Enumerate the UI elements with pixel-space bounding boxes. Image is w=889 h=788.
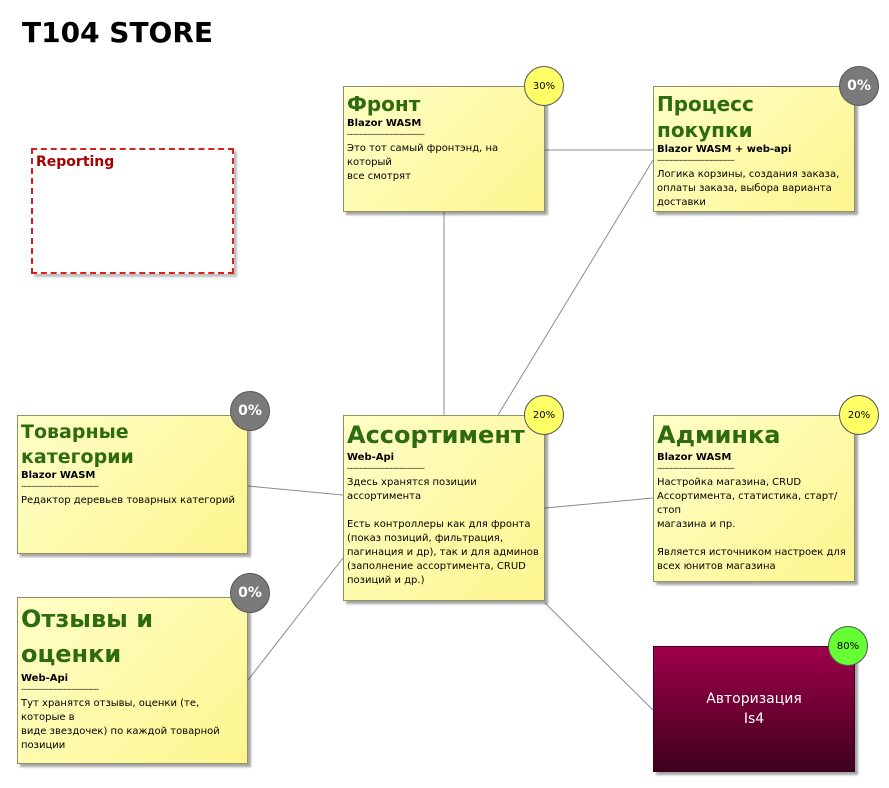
node-purchase-subtitle: Blazor WASM + web-api	[657, 144, 792, 155]
node-reviews-separator: -------------------------------	[21, 684, 99, 694]
node-purchase-heading: Процесс покупки	[657, 92, 754, 142]
node-auth-sublabel: Is4	[743, 711, 765, 727]
node-assortment[interactable]: Ассортимент Web-Api --------------------…	[343, 415, 545, 601]
badge-assortment-progress: 20%	[524, 395, 564, 435]
node-assortment-heading: Ассортимент	[347, 421, 525, 449]
connector-assortment-admin	[544, 497, 654, 509]
badge-auth-progress: 80%	[828, 626, 868, 666]
node-reviews-heading: Отзывы и оценки	[21, 605, 154, 668]
node-admin-heading: Админка	[657, 421, 781, 449]
node-front-separator: -------------------------------	[347, 129, 425, 139]
connector-assortment-auth	[544, 602, 654, 711]
node-auth-label: Авторизация	[706, 691, 802, 707]
node-admin-subtitle: Blazor WASM	[657, 452, 732, 464]
reporting-label: Reporting	[36, 154, 115, 170]
node-front[interactable]: Фронт Blazor WASM ----------------------…	[343, 86, 545, 212]
node-categories-heading: Товарные категории	[21, 421, 134, 468]
node-purchase-separator: -------------------------------	[657, 155, 735, 165]
node-reviews-subtitle: Web-Api	[21, 673, 69, 684]
node-categories[interactable]: Товарные категории Blazor WASM ---------…	[17, 415, 248, 554]
node-front-description: Это тот самый фронтэнд, на который все с…	[347, 143, 499, 182]
node-categories-separator: -------------------------------	[21, 481, 99, 492]
badge-admin-progress: 20%	[839, 395, 879, 435]
node-assortment-description: Здесь хранятся позиции ассортимента Есть…	[347, 477, 539, 587]
node-admin[interactable]: Админка Blazor WASM --------------------…	[653, 415, 855, 582]
node-admin-description: Настройка магазина, CRUD Ассортимента, с…	[657, 477, 846, 573]
node-front-subtitle: Blazor WASM	[347, 118, 422, 129]
node-front-heading: Фронт	[347, 92, 421, 116]
node-auth[interactable]: Авторизация Is4	[653, 646, 855, 772]
node-categories-description: Редактор деревьев товарных категорий	[21, 495, 236, 507]
node-purchase-description: Логика корзины, создания заказа, оплаты …	[657, 169, 840, 208]
node-reviews[interactable]: Отзывы и оценки Web-Api ----------------…	[17, 597, 248, 764]
node-purchase[interactable]: Процесс покупки Blazor WASM + web-api --…	[653, 86, 855, 212]
node-assortment-separator: -------------------------------	[347, 463, 425, 474]
reporting-box[interactable]: Reporting	[31, 148, 234, 274]
node-assortment-subtitle: Web-Api	[347, 452, 395, 464]
badge-reviews-progress: 0%	[230, 573, 270, 613]
connector-categories-assortment	[247, 485, 344, 496]
badge-front-progress: 30%	[524, 66, 564, 106]
node-categories-subtitle: Blazor WASM	[21, 470, 96, 482]
badge-categories-progress: 0%	[230, 391, 270, 431]
badge-purchase-progress: 0%	[839, 66, 879, 106]
node-reviews-description: Тут хранятся отзывы, оценки (те, которые…	[21, 698, 220, 751]
node-admin-separator: -------------------------------	[657, 463, 735, 474]
